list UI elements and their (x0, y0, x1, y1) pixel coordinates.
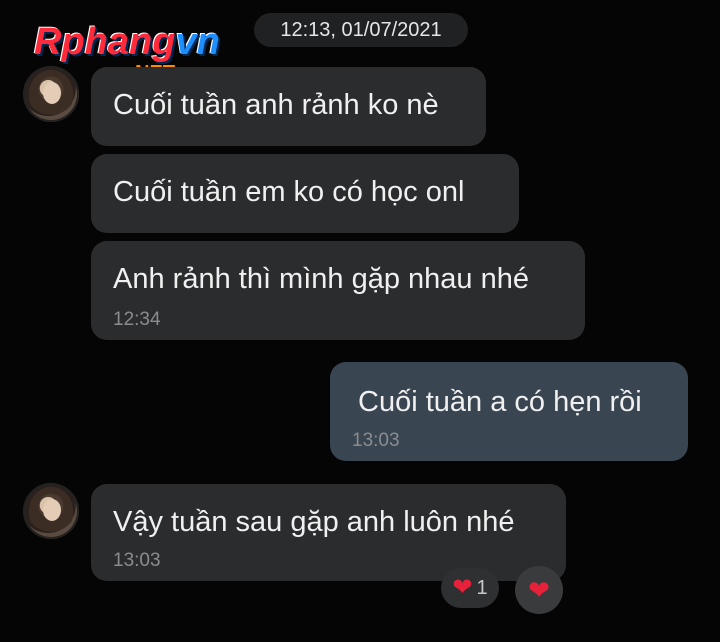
message-text: Anh rảnh thì mình gặp nhau nhé (113, 263, 529, 295)
message-bubble-incoming[interactable]: Anh rảnh thì mình gặp nhau nhé 12:34 (91, 241, 585, 340)
message-time: 13:03 (352, 430, 400, 451)
heart-icon: ❤ (452, 574, 473, 601)
heart-icon: ❤ (528, 575, 550, 605)
message-text: Cuối tuần anh rảnh ko nè (113, 89, 439, 121)
message-text: Cuối tuần a có hẹn rồi (358, 386, 642, 418)
message-text: Cuối tuần em ko có học onl (113, 176, 465, 208)
message-time: 12:34 (113, 309, 161, 330)
message-bubble-outgoing[interactable]: Cuối tuần a có hẹn rồi 13:03 (330, 362, 688, 461)
message-bubble-incoming[interactable]: Cuối tuần em ko có học onl (91, 154, 519, 233)
message-bubble-incoming[interactable]: Vậy tuần sau gặp anh luôn nhé 13:03 (91, 484, 566, 581)
message-time: 13:03 (113, 550, 161, 571)
contact-avatar[interactable] (23, 66, 79, 122)
message-bubble-incoming[interactable]: Cuối tuần anh rảnh ko nè (91, 67, 486, 146)
reaction-summary[interactable]: ❤ 1 (441, 568, 499, 608)
message-text: Vậy tuần sau gặp anh luôn nhé (113, 506, 515, 538)
watermark-brand: Rphangvn (34, 21, 220, 63)
contact-avatar[interactable] (23, 483, 79, 539)
reaction-count: 1 (476, 576, 488, 599)
add-reaction-button[interactable]: ❤ (515, 566, 563, 614)
date-timestamp: 12:13, 01/07/2021 (254, 13, 468, 47)
